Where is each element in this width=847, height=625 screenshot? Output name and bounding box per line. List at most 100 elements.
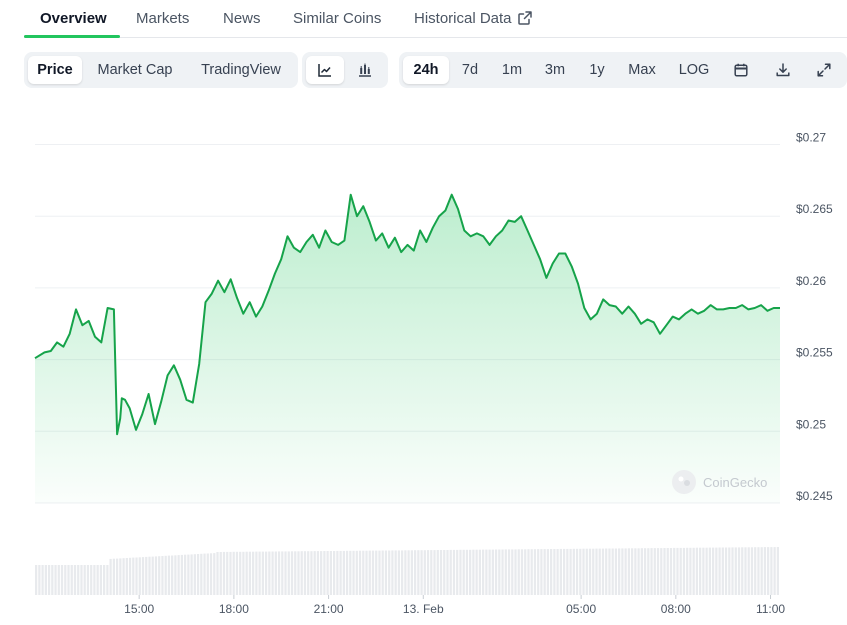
volume-bar [569, 548, 572, 595]
volume-bar [747, 547, 750, 595]
volume-bar [242, 551, 245, 595]
range-24h-button[interactable]: 24h [403, 56, 449, 84]
volume-bar [148, 556, 151, 595]
volume-bar [112, 558, 115, 595]
line-chart-icon [318, 64, 331, 77]
volume-bar [339, 550, 342, 595]
volume-bar [527, 549, 530, 595]
volume-bar [60, 565, 64, 595]
candlestick-chart-button[interactable] [346, 56, 384, 84]
volume-bar [410, 550, 413, 595]
volume-bar [433, 550, 436, 595]
price-chart[interactable]: $0.27$0.265$0.26$0.255$0.25$0.245 15:00 1… [0, 96, 847, 625]
volume-bar [151, 556, 154, 595]
range-1m-button[interactable]: 1m [495, 56, 529, 84]
y-tick-label: $0.245 [796, 489, 833, 503]
volume-bar [621, 548, 624, 595]
volume-bar [362, 550, 365, 595]
volume-bar [125, 558, 128, 595]
volume-bar [653, 548, 656, 595]
tab-news[interactable]: News [223, 10, 261, 27]
volume-bar [239, 551, 242, 595]
volume-bar [524, 549, 527, 595]
volume-bar [598, 548, 601, 595]
volume-bar [673, 547, 676, 595]
volume-bar [699, 547, 702, 595]
tab-markets[interactable]: Markets [136, 10, 189, 27]
volume-bar [456, 549, 459, 595]
volume-bar [316, 551, 320, 595]
range-1y-button[interactable]: 1y [581, 56, 613, 84]
range-3m-button[interactable]: 3m [537, 56, 573, 84]
volume-bar [588, 548, 592, 595]
volume-bar [106, 565, 109, 595]
volume-bar [504, 549, 507, 595]
volume-bar [138, 557, 141, 595]
volume-bar [397, 550, 401, 595]
line-chart-button[interactable] [306, 56, 344, 84]
volume-bar [682, 547, 686, 595]
volume-bar [355, 550, 358, 595]
volume-bar [54, 565, 57, 595]
volume-bar [167, 555, 171, 595]
download-button[interactable] [769, 56, 797, 84]
volume-bar [724, 547, 728, 595]
tradingview-button[interactable]: TradingView [188, 56, 294, 84]
volume-bar [533, 549, 537, 595]
volume-bar [388, 550, 391, 595]
volume-bar [407, 550, 410, 595]
volume-bar [320, 551, 323, 595]
tab-similar-coins[interactable]: Similar Coins [293, 10, 381, 27]
y-axis-labels: $0.27 $0.265 $0.26 $0.255 $0.25 $0.245 [796, 131, 833, 504]
volume-bar [77, 565, 80, 595]
tab-overview[interactable]: Overview [40, 10, 107, 27]
volume-bar [164, 555, 167, 595]
volume-bar [329, 551, 332, 595]
volume-bar [572, 548, 575, 595]
volume-bar [401, 550, 404, 595]
volume-bar [290, 551, 294, 595]
volume-bar [640, 548, 643, 595]
volume-bar [446, 550, 449, 595]
volume-bar [611, 548, 614, 595]
volume-bar [676, 547, 679, 595]
range-max-button[interactable]: Max [621, 56, 663, 84]
fullscreen-button[interactable] [810, 56, 838, 84]
volume-bar [384, 550, 388, 595]
nav-tabs: Overview Markets News Similar Coins Hist… [24, 0, 847, 38]
volume-bar [540, 549, 543, 595]
volume-bar [35, 565, 38, 595]
volume-bar [258, 551, 261, 595]
volume-bar [358, 550, 362, 595]
volume-bar [744, 547, 747, 595]
volume-bar [754, 547, 757, 595]
volume-bar [439, 550, 443, 595]
tab-historical-data[interactable]: Historical Data [414, 10, 532, 27]
calendar-icon [734, 63, 748, 77]
volume-bar [245, 551, 248, 595]
volume-bar [669, 548, 673, 595]
volume-bar [200, 553, 203, 595]
volume-bar [222, 551, 226, 595]
volume-bar [443, 550, 446, 595]
y-tick-label: $0.27 [796, 131, 826, 145]
candlestick-chart-icon [359, 63, 371, 77]
log-scale-button[interactable]: LOG [673, 56, 715, 84]
volume-bar [248, 551, 252, 595]
volume-bar [695, 547, 699, 595]
market-cap-button[interactable]: Market Cap [86, 56, 184, 84]
price-button[interactable]: Price [28, 56, 82, 84]
volume-bar [219, 552, 222, 595]
volume-bar [763, 547, 767, 595]
volume-bar [546, 549, 550, 595]
range-7d-button[interactable]: 7d [453, 56, 487, 84]
volume-bar [537, 549, 540, 595]
volume-bar [514, 549, 517, 595]
calendar-button[interactable] [727, 56, 755, 84]
volume-bar [494, 549, 498, 595]
volume-bar [734, 547, 737, 595]
x-tick-label: 11:00 [756, 602, 785, 616]
volume-bar [475, 549, 478, 595]
volume-bar [394, 550, 397, 595]
volume-bar [757, 547, 760, 595]
